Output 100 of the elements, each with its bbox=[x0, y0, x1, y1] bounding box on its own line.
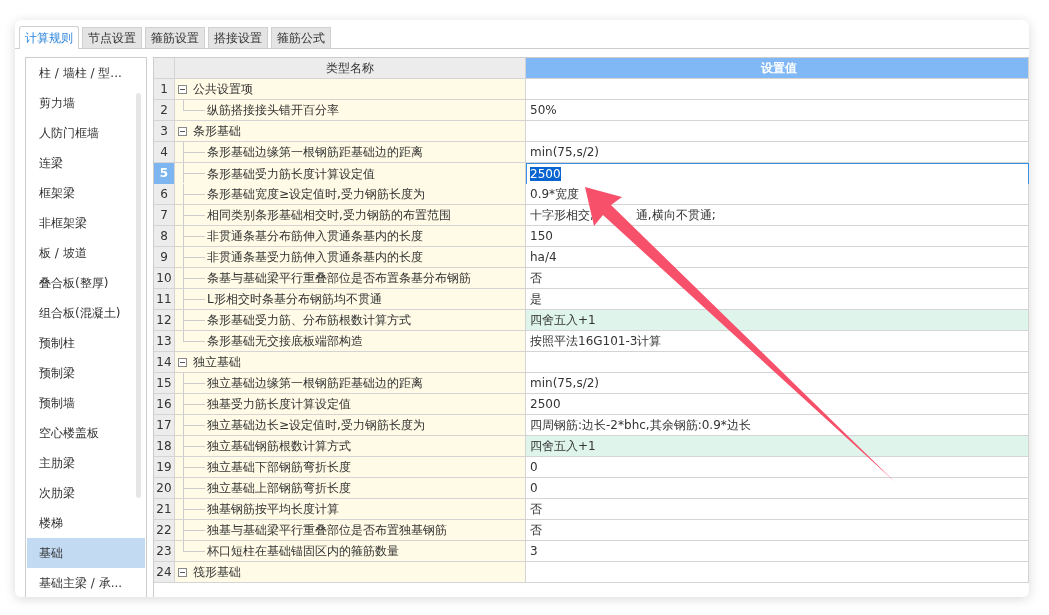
value-cell[interactable]: ha/4 bbox=[526, 247, 1029, 268]
value-cell[interactable]: 150 bbox=[526, 226, 1029, 247]
setting-name: 独立基础上部钢筋弯折长度 bbox=[206, 480, 351, 497]
row-number: 15 bbox=[154, 373, 175, 394]
setting-name: 独立基础边长≥设定值时,受力钢筋长度为 bbox=[206, 417, 425, 434]
row-number: 17 bbox=[154, 415, 175, 436]
value-cell[interactable] bbox=[526, 79, 1029, 100]
row-number: 24 bbox=[154, 562, 175, 583]
value-input[interactable]: 2500 bbox=[526, 163, 1029, 185]
sidebar-item[interactable]: 非框架梁 bbox=[27, 208, 145, 238]
group-name: 公共设置项 bbox=[193, 81, 253, 98]
value-cell[interactable]: 四周钢筋:边长-2*bhc,其余钢筋:0.9*边长 bbox=[526, 415, 1029, 436]
value-cell[interactable] bbox=[526, 121, 1029, 142]
setting-name: 杯口短柱在基础锚固区内的箍筋数量 bbox=[206, 543, 399, 560]
value-cell[interactable]: 3 bbox=[526, 541, 1029, 562]
sidebar-item[interactable]: 楼梯 bbox=[27, 508, 145, 538]
group-name: 独立基础 bbox=[193, 354, 241, 371]
value-cell[interactable]: min(75,s/2) bbox=[526, 142, 1029, 163]
sidebar-item[interactable]: 框架梁 bbox=[27, 178, 145, 208]
row-number: 2 bbox=[154, 100, 175, 121]
setting-name: 独基受力筋长度计算设定值 bbox=[206, 396, 351, 413]
value-cell[interactable]: 0 bbox=[526, 457, 1029, 478]
value-cell[interactable]: min(75,s/2) bbox=[526, 373, 1029, 394]
setting-name: 独基钢筋按平均长度计算 bbox=[206, 501, 339, 518]
sidebar-item[interactable]: 主肋梁 bbox=[27, 448, 145, 478]
value-cell[interactable]: 十字形相交, 通,横向不贯通; bbox=[526, 205, 1029, 226]
row-number: 10 bbox=[154, 268, 175, 289]
row-number: 12 bbox=[154, 310, 175, 331]
sidebar-item[interactable]: 空心楼盖板 bbox=[27, 418, 145, 448]
value-cell[interactable] bbox=[526, 562, 1029, 583]
row-number: 9 bbox=[154, 247, 175, 268]
value-cell[interactable]: 否 bbox=[526, 520, 1029, 541]
value-cell[interactable]: 否 bbox=[526, 499, 1029, 520]
collapse-icon[interactable] bbox=[178, 357, 187, 367]
collapse-icon[interactable] bbox=[178, 84, 187, 94]
value-cell[interactable]: 0.9*宽度 bbox=[526, 184, 1029, 205]
row-number: 22 bbox=[154, 520, 175, 541]
sidebar-item[interactable]: 人防门框墙 bbox=[27, 118, 145, 148]
row-number: 23 bbox=[154, 541, 175, 562]
sidebar-item[interactable]: 连梁 bbox=[27, 148, 145, 178]
setting-name: 条基与基础梁平行重叠部位是否布置条基分布钢筋 bbox=[206, 270, 471, 287]
row-number: 7 bbox=[154, 205, 175, 226]
value-cell[interactable]: 0 bbox=[526, 478, 1029, 499]
value-cell[interactable]: 按照平法16G101-3计算 bbox=[526, 331, 1029, 352]
setting-name: 条形基础边缘第一根钢筋距基础边的距离 bbox=[206, 144, 423, 161]
sidebar-item[interactable]: 次肋梁 bbox=[27, 478, 145, 508]
setting-name: 独立基础下部钢筋弯折长度 bbox=[206, 459, 351, 476]
setting-name: 独立基础边缘第一根钢筋距基础边的距离 bbox=[206, 375, 423, 392]
value-text: 十字形相交, bbox=[530, 207, 594, 224]
sidebar-item[interactable]: 柱 / 墙柱 / 型... bbox=[27, 58, 145, 88]
value-cell[interactable]: 四舍五入+1 bbox=[526, 310, 1029, 331]
setting-name: 条形基础受力筋、分布筋根数计算方式 bbox=[206, 312, 411, 329]
row-number: 20 bbox=[154, 478, 175, 499]
row-number: 19 bbox=[154, 457, 175, 478]
collapse-icon[interactable] bbox=[178, 126, 187, 136]
row-number: 5 bbox=[154, 163, 175, 185]
sidebar-item[interactable]: 剪力墙 bbox=[27, 88, 145, 118]
tab[interactable]: 节点设置 bbox=[82, 27, 142, 48]
value-text: 通,横向不贯通; bbox=[635, 207, 716, 224]
tab[interactable]: 搭接设置 bbox=[208, 27, 268, 48]
row-number: 3 bbox=[154, 121, 175, 142]
row-number: 18 bbox=[154, 436, 175, 457]
sidebar-item[interactable]: 基础主梁 / 承... bbox=[27, 568, 145, 597]
sidebar-item[interactable]: 板 / 坡道 bbox=[27, 238, 145, 268]
tab[interactable]: 计算规则 bbox=[19, 26, 79, 49]
setting-name: 独基与基础梁平行重叠部位是否布置独基钢筋 bbox=[206, 522, 447, 539]
value-cell[interactable] bbox=[526, 352, 1029, 373]
row-number: 1 bbox=[154, 79, 175, 100]
sidebar-item[interactable]: 预制梁 bbox=[27, 358, 145, 388]
setting-name: 非贯通条基分布筋伸入贯通条基内的长度 bbox=[206, 228, 423, 245]
sidebar-item[interactable]: 预制柱 bbox=[27, 328, 145, 358]
setting-name: 独立基础钢筋根数计算方式 bbox=[206, 438, 351, 455]
setting-name: 相同类别条形基础相交时,受力钢筋的布置范围 bbox=[206, 207, 451, 224]
row-number: 11 bbox=[154, 289, 175, 310]
tab[interactable]: 箍筋设置 bbox=[145, 27, 205, 48]
sidebar-item[interactable]: 基础 bbox=[27, 538, 145, 568]
tab[interactable]: 箍筋公式 bbox=[271, 27, 331, 48]
scrollbar-thumb[interactable] bbox=[136, 93, 141, 498]
column-header[interactable]: 类型名称 bbox=[175, 58, 526, 79]
value-cell[interactable]: 50% bbox=[526, 100, 1029, 121]
setting-name: 条形基础无交接底板端部构造 bbox=[206, 333, 363, 350]
setting-name: L形相交时条基分布钢筋均不贯通 bbox=[206, 291, 382, 308]
row-number: 21 bbox=[154, 499, 175, 520]
row-number: 14 bbox=[154, 352, 175, 373]
setting-name: 非贯通条基受力筋伸入贯通条基内的长度 bbox=[206, 249, 423, 266]
setting-name: 条形基础宽度≥设定值时,受力钢筋长度为 bbox=[206, 186, 425, 203]
row-number: 4 bbox=[154, 142, 175, 163]
value-cell[interactable]: 2500 bbox=[526, 394, 1029, 415]
value-cell[interactable]: 是 bbox=[526, 289, 1029, 310]
sidebar-item[interactable]: 预制墙 bbox=[27, 388, 145, 418]
value-cell[interactable]: 四舍五入+1 bbox=[526, 436, 1029, 457]
row-number: 6 bbox=[154, 184, 175, 205]
collapse-icon[interactable] bbox=[178, 567, 187, 577]
sidebar-item[interactable]: 叠合板(整厚) bbox=[27, 268, 145, 298]
group-name: 条形基础 bbox=[193, 123, 241, 140]
row-number: 8 bbox=[154, 226, 175, 247]
sidebar-item[interactable]: 组合板(混凝土) bbox=[27, 298, 145, 328]
setting-name: 条形基础受力筋长度计算设定值 bbox=[206, 165, 375, 183]
group-name: 筏形基础 bbox=[193, 564, 241, 581]
value-cell[interactable]: 否 bbox=[526, 268, 1029, 289]
